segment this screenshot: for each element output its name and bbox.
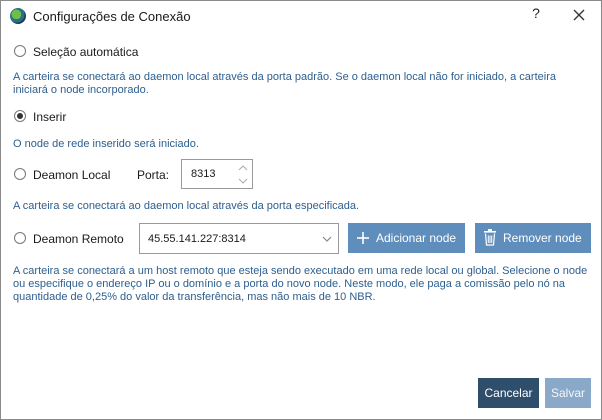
connection-settings-dialog: Configurações de Conexão ? Seleção autom… (0, 0, 602, 420)
add-node-label: Adicionar node (376, 231, 457, 245)
save-label: Salvar (550, 386, 585, 400)
close-button[interactable] (567, 3, 591, 27)
remote-daemon-radio[interactable] (14, 232, 26, 244)
insert-radio[interactable] (14, 110, 26, 122)
port-label: Porta: (137, 168, 170, 182)
local-daemon-label[interactable]: Deamon Local (33, 168, 110, 182)
auto-select-radio[interactable] (14, 45, 26, 57)
port-value[interactable]: 8313 (191, 168, 215, 180)
remote-daemon-label[interactable]: Deamon Remoto (33, 232, 124, 246)
cancel-label: Cancelar (484, 386, 533, 400)
remote-host-combobox[interactable]: 45.55.141.227:8314 (139, 223, 339, 254)
spin-up-icon[interactable] (238, 164, 248, 172)
save-button[interactable]: Salvar (545, 378, 591, 408)
help-button[interactable]: ? (528, 5, 544, 25)
title-bar: Configurações de Conexão ? (1, 1, 601, 31)
local-daemon-description: A carteira se conectará ao daemon local … (13, 200, 360, 212)
dialog-title: Configurações de Conexão (33, 9, 191, 24)
app-logo-icon (10, 8, 26, 24)
close-icon (573, 9, 585, 21)
remote-host-value[interactable]: 45.55.141.227:8314 (148, 233, 246, 245)
remove-node-button[interactable]: Remover node (475, 223, 591, 253)
remove-node-label: Remover node (503, 231, 582, 245)
spin-down-icon[interactable] (238, 177, 248, 185)
trash-icon (484, 229, 496, 246)
insert-description: O node de rede inserido será iniciado. (13, 138, 199, 150)
insert-label[interactable]: Inserir (33, 110, 66, 124)
add-node-button[interactable]: Adicionar node (348, 223, 465, 253)
cancel-button[interactable]: Cancelar (478, 378, 539, 408)
auto-select-label[interactable]: Seleção automática (33, 45, 138, 59)
remote-daemon-description: A carteira se conectará a um host remoto… (13, 265, 588, 303)
chevron-down-icon[interactable] (322, 235, 332, 243)
auto-select-description: A carteira se conectará ao daemon local … (13, 71, 556, 96)
plus-icon (357, 232, 369, 244)
port-spinbox[interactable]: 8313 (181, 159, 253, 189)
local-daemon-radio[interactable] (14, 168, 26, 180)
